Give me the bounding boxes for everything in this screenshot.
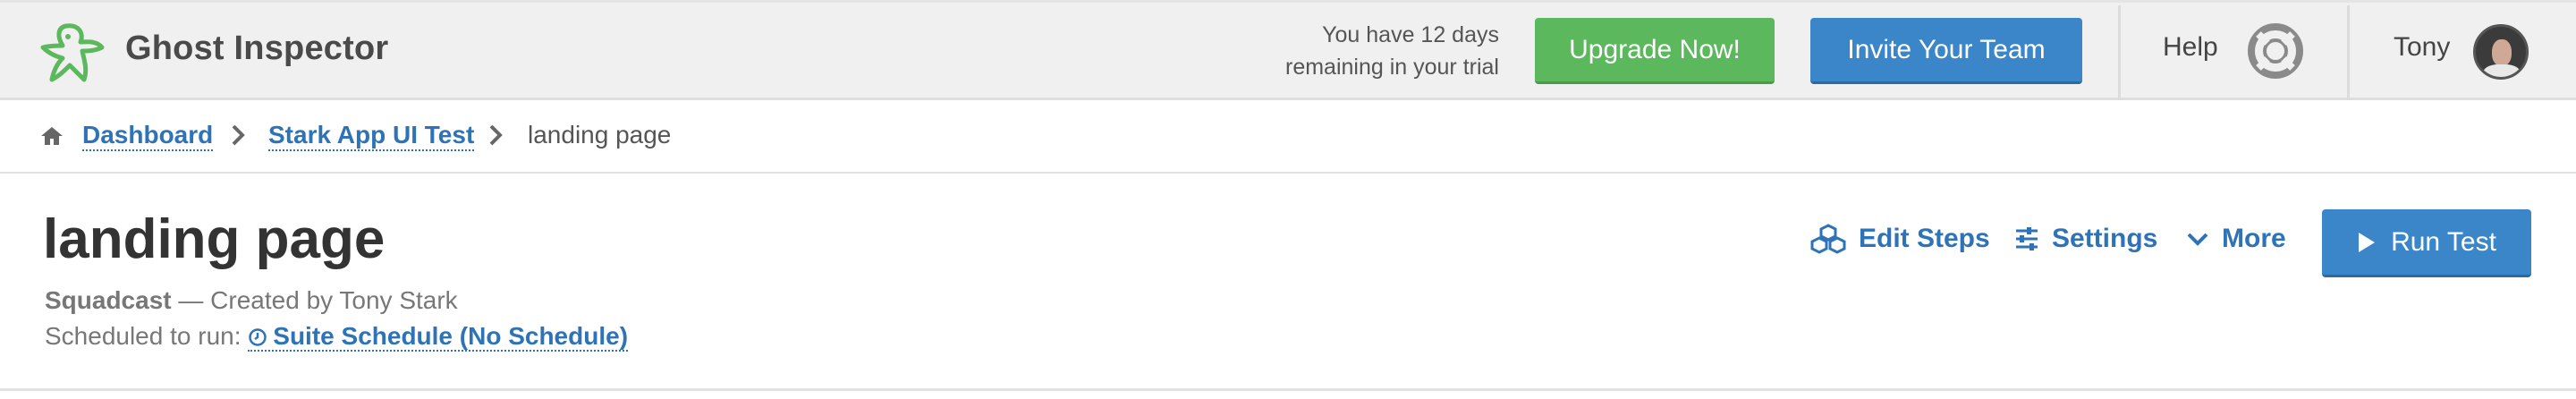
settings-button[interactable]: Settings <box>2014 224 2157 254</box>
upgrade-now-button[interactable]: Upgrade Now! <box>1535 18 1775 84</box>
schedule-link[interactable]: Suite Schedule (No Schedule) <box>248 322 629 352</box>
schedule-info: Scheduled to run: Suite Schedule (No Sch… <box>45 322 629 352</box>
trial-line-2: remaining in your trial <box>1285 55 1499 80</box>
home-icon[interactable] <box>39 125 64 147</box>
edit-steps-label: Edit Steps <box>1859 224 1990 253</box>
trial-notice: You have 12 days remaining in your trial <box>1204 19 1499 83</box>
navbar-divider <box>2118 5 2121 100</box>
navbar-divider <box>2347 5 2350 100</box>
test-meta: Squadcast — Created by Tony Stark <box>45 286 458 315</box>
organization-name: Squadcast <box>45 286 172 314</box>
chevron-right-icon <box>489 124 503 146</box>
run-test-label: Run Test <box>2391 226 2496 257</box>
user-name[interactable]: Tony <box>2394 32 2450 63</box>
more-label: More <box>2222 224 2286 253</box>
run-test-button[interactable]: Run Test <box>2322 209 2531 277</box>
edit-steps-button[interactable]: Edit Steps <box>1810 224 1990 254</box>
breadcrumb-current: landing page <box>528 121 672 149</box>
settings-label: Settings <box>2052 224 2158 253</box>
invite-team-button[interactable]: Invite Your Team <box>1810 18 2082 84</box>
page-title: landing page <box>43 208 386 270</box>
play-icon <box>2359 232 2376 252</box>
help-link[interactable]: Help <box>2163 32 2218 63</box>
schedule-link-label: Suite Schedule (No Schedule) <box>273 322 629 350</box>
ghost-logo-icon[interactable] <box>39 21 107 87</box>
chevron-down-icon <box>2187 233 2208 246</box>
breadcrumb-dashboard[interactable]: Dashboard <box>82 121 214 151</box>
sliders-icon <box>2016 227 2038 250</box>
more-dropdown[interactable]: More <box>2186 224 2286 254</box>
breadcrumb: Dashboard Stark App UI Test landing page <box>0 100 2576 174</box>
avatar[interactable] <box>2473 24 2529 80</box>
trial-line-1: You have 12 days <box>1322 22 1499 47</box>
brand-name: Ghost Inspector <box>125 30 389 67</box>
top-navbar: Ghost Inspector You have 12 days remaini… <box>0 0 2576 100</box>
section-divider <box>0 388 2576 391</box>
created-by-text: — Created by Tony Stark <box>178 286 458 314</box>
schedule-label: Scheduled to run: <box>45 322 242 350</box>
lifebuoy-icon[interactable] <box>2247 22 2304 80</box>
chevron-right-icon <box>232 124 245 146</box>
breadcrumb-suite[interactable]: Stark App UI Test <box>268 121 475 151</box>
clock-icon <box>249 328 267 346</box>
cubes-icon <box>1810 224 1846 254</box>
